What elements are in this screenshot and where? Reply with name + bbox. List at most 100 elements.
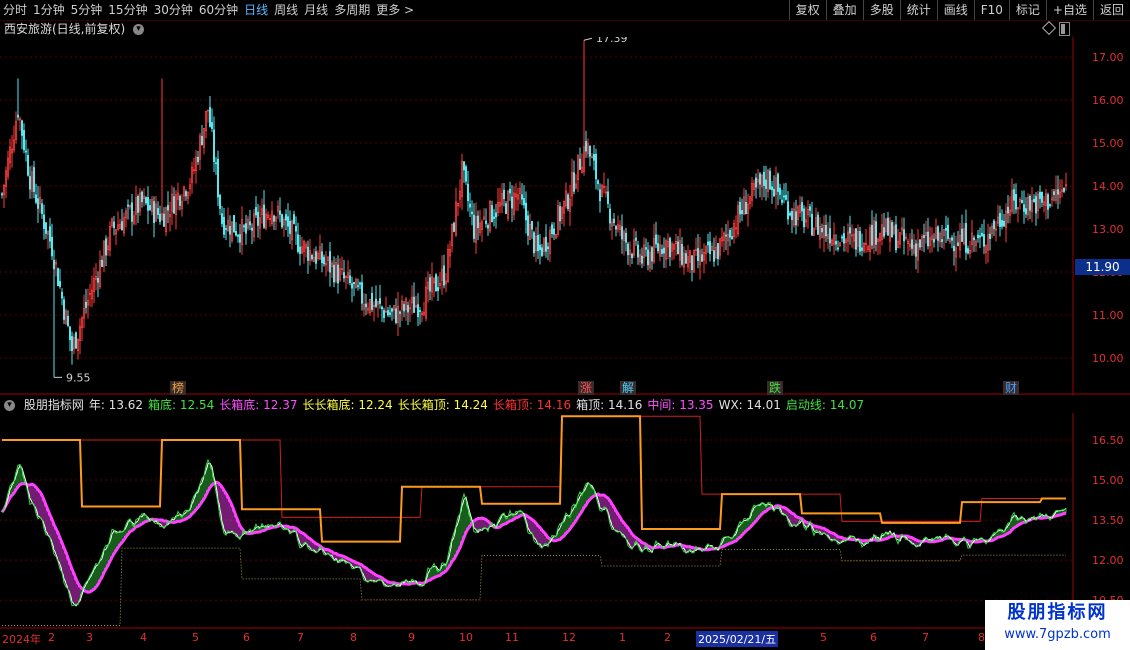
- candle-body: [1055, 189, 1058, 201]
- panel-toggle-icon[interactable]: [1059, 22, 1070, 36]
- candle-body: [77, 338, 80, 351]
- candle-body: [859, 231, 862, 252]
- candle-body: [847, 231, 850, 242]
- action-button-4[interactable]: 画线: [936, 0, 974, 20]
- candle-body: [500, 193, 503, 206]
- candle-body: [18, 118, 21, 121]
- event-marker-4[interactable]: 财: [1003, 381, 1020, 395]
- chevron-down-icon[interactable]: ▾: [133, 24, 145, 35]
- candle-body: [260, 208, 263, 216]
- candle-body: [290, 220, 293, 241]
- candle-body: [75, 332, 78, 349]
- candle-body: [292, 214, 295, 224]
- action-button-3[interactable]: 统计: [899, 0, 937, 20]
- candle-body: [67, 315, 70, 326]
- candle-body: [791, 211, 794, 220]
- action-button-8[interactable]: 返回: [1092, 0, 1130, 20]
- period-tab-6[interactable]: 日线: [241, 0, 271, 20]
- indicator-chart[interactable]: 16.5015.0013.5012.0010.50: [0, 413, 1130, 629]
- candle-body: [945, 227, 948, 231]
- period-tab-5[interactable]: 60分钟: [196, 0, 241, 20]
- candle-body: [26, 154, 29, 176]
- period-tab-0[interactable]: 分时: [0, 0, 30, 20]
- event-marker-3[interactable]: 跌: [767, 381, 784, 395]
- event-marker-1[interactable]: 涨: [578, 381, 595, 395]
- candle-body: [270, 211, 273, 225]
- main-y-tick: 14.00: [1092, 180, 1124, 193]
- candle-body: [276, 206, 279, 212]
- candle-body: [344, 276, 347, 278]
- period-tab-2[interactable]: 5分钟: [68, 0, 106, 20]
- candle-body: [697, 248, 700, 261]
- period-tab-7[interactable]: 周线: [271, 0, 301, 20]
- candle-body: [1045, 193, 1048, 207]
- period-tab-3[interactable]: 15分钟: [105, 0, 150, 20]
- candle-body: [845, 239, 848, 244]
- candle-body: [701, 254, 704, 262]
- candle-body: [915, 243, 918, 257]
- candle-body: [525, 202, 528, 221]
- period-tab-8[interactable]: 月线: [301, 0, 331, 20]
- candle-body: [769, 170, 772, 190]
- diamond-icon[interactable]: [1041, 20, 1057, 36]
- candle-body: [8, 146, 11, 164]
- candle-body: [470, 211, 473, 215]
- date-label-18: 8: [978, 631, 985, 644]
- candle-body: [486, 225, 489, 229]
- candle-body: [669, 238, 672, 258]
- candle-body: [711, 246, 714, 252]
- candle-body: [889, 220, 892, 242]
- period-tab-1[interactable]: 1分钟: [30, 0, 68, 20]
- watermark-title: 股朋指标网: [1007, 602, 1108, 623]
- candle-body: [735, 227, 738, 230]
- candle-body: [240, 219, 243, 246]
- candle-body: [767, 169, 770, 192]
- event-marker-2[interactable]: 解: [620, 381, 637, 395]
- action-button-5[interactable]: F10: [973, 0, 1009, 20]
- main-y-tick: 15.00: [1092, 137, 1124, 150]
- candle-body: [478, 222, 481, 233]
- action-button-0[interactable]: 复权: [788, 0, 826, 20]
- candle-body: [947, 224, 950, 239]
- candle-body: [422, 311, 425, 316]
- candle-body: [703, 251, 706, 261]
- candle-body: [390, 308, 393, 312]
- date-label-5: 6: [243, 631, 250, 644]
- candle-body: [180, 201, 183, 209]
- event-marker-0[interactable]: 榜: [170, 381, 187, 395]
- date-label-15: 5: [820, 631, 827, 644]
- main-chart[interactable]: 17.0016.0015.0014.0013.0012.0011.0010.00…: [0, 37, 1130, 395]
- candle-body: [749, 196, 752, 204]
- candle-body: [839, 242, 842, 246]
- action-button-6[interactable]: 标记: [1008, 0, 1046, 20]
- action-button-2[interactable]: 多股: [862, 0, 900, 20]
- action-button-1[interactable]: 叠加: [825, 0, 863, 20]
- indicator-menu-icon[interactable]: ▾: [4, 400, 15, 411]
- candle-body: [921, 235, 924, 247]
- candle-body: [901, 227, 904, 231]
- candle-body: [1003, 220, 1006, 227]
- candle-body: [206, 109, 209, 112]
- candle-body: [1013, 189, 1016, 201]
- date-label-1: 2: [48, 631, 55, 644]
- candle-body: [1007, 206, 1010, 214]
- candle-body: [166, 205, 169, 211]
- candle-body: [430, 276, 433, 293]
- candle-body: [140, 191, 143, 203]
- candle-body: [1049, 204, 1052, 207]
- candle-body: [753, 183, 756, 190]
- candle-body: [729, 229, 732, 238]
- candle-body: [585, 140, 588, 152]
- candle-body: [717, 243, 720, 260]
- candle-body: [388, 312, 391, 315]
- candle-body: [300, 246, 303, 254]
- period-tab-9[interactable]: 多周期: [331, 0, 373, 20]
- candle-body: [266, 214, 269, 218]
- period-tab-10[interactable]: 更多 >: [373, 0, 417, 20]
- period-tab-4[interactable]: 30分钟: [151, 0, 196, 20]
- candle-body: [673, 244, 676, 250]
- candle-body: [685, 253, 688, 264]
- candle-body: [855, 228, 858, 250]
- action-button-7[interactable]: +自选: [1045, 0, 1093, 20]
- main-y-tick: 13.00: [1092, 223, 1124, 236]
